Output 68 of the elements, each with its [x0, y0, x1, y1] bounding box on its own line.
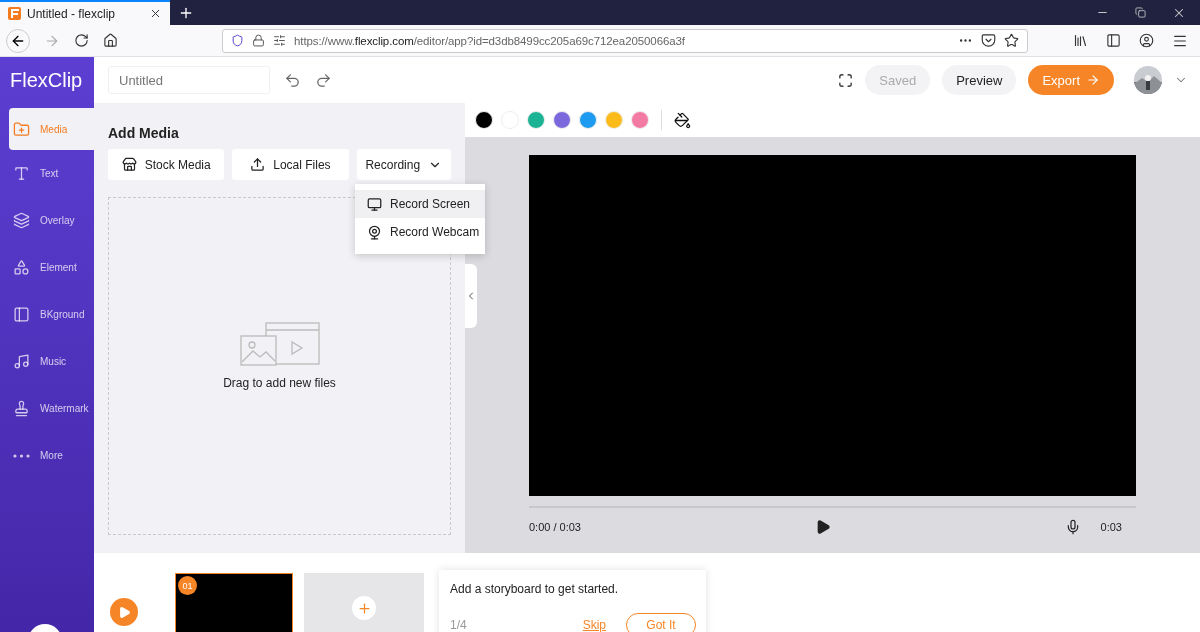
pocket-icon[interactable] — [981, 33, 996, 48]
browser-tab[interactable]: Untitled - flexclip — [0, 0, 170, 25]
text-icon — [13, 165, 30, 182]
lock-icon — [252, 34, 265, 47]
panel-icon — [13, 306, 30, 323]
reload-icon[interactable] — [74, 33, 89, 48]
panel-title: Add Media — [108, 125, 180, 141]
plus-icon — [356, 600, 372, 616]
media-source-button[interactable]: Stock Media — [108, 149, 225, 180]
color-swatch[interactable] — [553, 111, 571, 129]
menu-item[interactable]: Record Screen — [355, 190, 485, 218]
sidebar-icon[interactable] — [1106, 32, 1121, 49]
media-source-button[interactable]: Recording — [356, 149, 451, 180]
folder-plus-icon — [13, 120, 30, 138]
color-swatch[interactable] — [579, 111, 597, 129]
fullscreen-icon[interactable] — [838, 72, 854, 88]
playback-time: 0:00 / 0:03 — [529, 521, 581, 533]
sidebar-item[interactable]: Element — [9, 244, 94, 291]
stamp-icon — [13, 400, 30, 417]
shield-icon — [231, 34, 244, 47]
redo-icon[interactable] — [315, 71, 332, 89]
color-swatch[interactable] — [631, 111, 649, 129]
layers-icon — [13, 212, 30, 229]
music-icon — [13, 353, 30, 370]
address-bar[interactable]: https://www.flexclip.com/editor/app?id=d3db8499cc205a69c712ea2050066a3f — [222, 28, 1028, 53]
monitor-icon — [367, 196, 382, 212]
add-button[interactable] — [352, 596, 376, 620]
preview-button[interactable]: Preview — [942, 65, 1017, 95]
drop-hint: Drag to add new files — [223, 376, 336, 390]
color-swatch[interactable] — [475, 111, 493, 129]
sidebar-item[interactable]: More — [9, 432, 94, 479]
permissions-icon — [273, 34, 286, 47]
shapes-icon — [13, 259, 30, 276]
duration: 0:03 — [1100, 521, 1122, 533]
sidebar-item[interactable]: Music — [9, 338, 94, 385]
webcam-icon — [367, 224, 382, 240]
collapse-handle[interactable] — [465, 264, 477, 328]
paint-bucket-icon[interactable] — [674, 111, 691, 129]
tooltip-text: Add a storyboard to get started. — [450, 582, 620, 596]
sidebar-item[interactable]: Text — [9, 150, 94, 197]
sidebar-item[interactable]: Overlay — [9, 197, 94, 244]
store-icon — [121, 157, 137, 172]
play-button[interactable] — [110, 598, 138, 626]
clip-number: 01 — [178, 576, 197, 595]
step-counter: 1/4 — [450, 618, 468, 632]
star-icon[interactable] — [1004, 33, 1019, 48]
home-icon[interactable] — [103, 33, 118, 48]
upload-icon — [250, 157, 266, 172]
account-icon[interactable] — [1139, 32, 1154, 49]
close-icon[interactable] — [149, 7, 162, 20]
site-logo-icon — [8, 7, 21, 20]
sidebar-item[interactable]: Watermark — [9, 385, 94, 432]
more-icon — [13, 453, 30, 458]
tab-title: Untitled - flexclip — [27, 6, 117, 21]
title-field[interactable]: Untitled — [108, 66, 270, 94]
add-clip-slot[interactable] — [304, 573, 424, 632]
url-text: https://www.flexclip.com/editor/app?id=d3db8499cc205a69c712ea2050066a3f — [294, 34, 686, 47]
sidebar-item[interactable]: BKground — [9, 291, 94, 338]
media-source-button[interactable]: Local Files — [232, 149, 349, 180]
color-swatch[interactable] — [527, 111, 545, 129]
play-icon — [117, 605, 131, 619]
flexclip-logo: FlexClip — [9, 67, 84, 93]
undo-icon[interactable] — [284, 71, 301, 89]
library-icon[interactable] — [1073, 32, 1088, 49]
color-swatch[interactable] — [605, 111, 623, 129]
media-files-icon — [239, 322, 320, 366]
restore-icon[interactable] — [1135, 7, 1146, 18]
menu-item[interactable]: Record Webcam — [355, 218, 485, 246]
